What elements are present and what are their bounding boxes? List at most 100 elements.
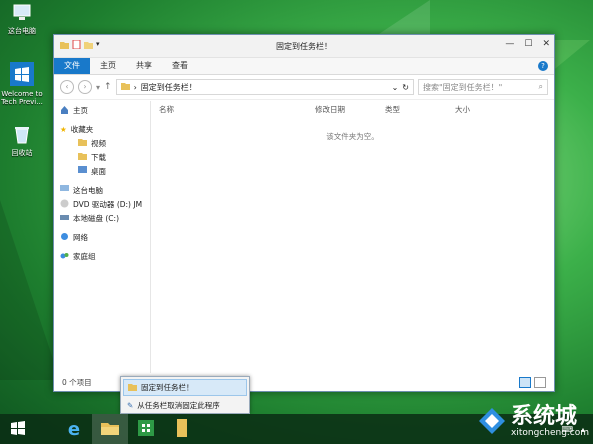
dvd-drive-icon	[60, 199, 69, 210]
file-list: 名称 修改日期 类型 大小 该文件夹为空。	[151, 101, 554, 373]
taskbar-jump-list: 固定到任务栏！ ✎ 从任务栏取消固定此程序	[120, 376, 250, 414]
taskbar-explorer[interactable]	[92, 414, 128, 444]
desktop-icon-label: Welcome to Tech Previ...	[1, 90, 43, 106]
nav-label: 网络	[73, 232, 88, 242]
column-headers: 名称 修改日期 类型 大小	[151, 101, 554, 117]
drive-icon	[60, 213, 69, 223]
unpin-icon: ✎	[127, 401, 134, 410]
nav-item-this-pc[interactable]: 这台电脑	[54, 183, 150, 197]
search-icon: ⌕	[538, 82, 543, 91]
nav-item-dvd[interactable]: DVD 驱动器 (D:) JM	[54, 197, 150, 211]
window-controls: — ☐ ✕	[505, 39, 550, 49]
nav-label: 下载	[91, 152, 106, 162]
start-button[interactable]	[0, 414, 36, 444]
nav-label: 桌面	[91, 166, 106, 176]
column-name[interactable]: 名称	[151, 104, 307, 115]
search-box[interactable]: 搜索"固定到任务栏！" ⌕	[418, 79, 548, 95]
desktop-icon-label: 这台电脑	[8, 27, 36, 35]
windows-logo-icon	[0, 62, 44, 88]
item-count: 0 个项目	[62, 377, 92, 387]
explorer-body: 主页 ★ 收藏夹 视频 下载 桌面 这台电脑 DVD 驱动器 (D:) JM 本…	[54, 101, 554, 373]
nav-label: 收藏夹	[70, 124, 94, 134]
details-view-button[interactable]	[519, 376, 531, 388]
tab-view[interactable]: 查看	[162, 58, 198, 74]
window-title: 固定到任务栏！	[276, 42, 332, 51]
taskbar-pinned-folder[interactable]	[164, 414, 200, 444]
column-type[interactable]: 类型	[377, 104, 447, 115]
windows-logo-icon	[11, 421, 25, 437]
address-path[interactable]: 固定到任务栏！	[141, 82, 388, 93]
watermark-cn: 系统城	[511, 404, 578, 429]
back-button[interactable]: ‹	[60, 80, 74, 94]
nav-label: 主页	[73, 105, 88, 115]
folder-icon	[120, 82, 130, 92]
jump-list-item-open[interactable]: 固定到任务栏！	[123, 379, 247, 396]
recycle-bin-icon	[0, 124, 44, 146]
nav-label: 这台电脑	[73, 185, 103, 195]
jump-list-item-unpin[interactable]: ✎ 从任务栏取消固定此程序	[121, 398, 249, 413]
view-buttons	[519, 376, 546, 388]
taskbar-store[interactable]	[128, 414, 164, 444]
address-separator: ›	[133, 82, 137, 92]
watermark-text: 系统城 xitongcheng.com	[511, 404, 589, 439]
refresh-icon[interactable]: ↻	[402, 83, 409, 92]
homegroup-icon	[60, 251, 69, 262]
nav-item-network[interactable]: 网络	[54, 230, 150, 244]
computer-icon	[0, 4, 44, 24]
column-date-modified[interactable]: 修改日期	[307, 104, 377, 115]
jump-list-label: 固定到任务栏！	[141, 383, 194, 392]
wallpaper-shard	[0, 200, 60, 380]
computer-icon	[60, 185, 69, 195]
nav-item-favorites[interactable]: ★ 收藏夹	[54, 122, 150, 136]
recent-locations-icon[interactable]: ▾	[96, 83, 100, 92]
desktop-folder-icon	[78, 166, 87, 176]
network-icon	[60, 232, 69, 243]
column-size[interactable]: 大小	[447, 104, 505, 115]
videos-folder-icon	[78, 138, 87, 148]
help-button[interactable]: ?	[538, 61, 548, 71]
desktop-icon-label: 回收站	[11, 149, 33, 157]
tab-home[interactable]: 主页	[90, 58, 126, 74]
nav-label: 视频	[91, 138, 106, 148]
ribbon-tabs: 文件 主页 共享 查看 ?	[54, 58, 554, 75]
nav-label: 家庭组	[73, 251, 96, 261]
jump-list-label: 从任务栏取消固定此程序	[137, 401, 220, 410]
downloads-folder-icon	[78, 152, 87, 162]
large-icons-view-button[interactable]	[534, 376, 546, 388]
search-input[interactable]: 搜索"固定到任务栏！"	[423, 82, 539, 93]
nav-item-videos[interactable]: 视频	[54, 136, 150, 150]
close-button[interactable]: ✕	[542, 39, 550, 49]
watermark-logo-icon	[477, 406, 507, 438]
address-row: ‹ › ▾ ↑ › 固定到任务栏！ ⌄ ↻ 搜索"固定到任务栏！" ⌕	[54, 75, 554, 100]
nav-item-desktop[interactable]: 桌面	[54, 164, 150, 178]
desktop-icon-recycle-bin[interactable]: 回收站	[0, 124, 44, 158]
forward-button[interactable]: ›	[78, 80, 92, 94]
minimize-button[interactable]: —	[505, 39, 514, 49]
tab-share[interactable]: 共享	[126, 58, 162, 74]
nav-item-local-disk[interactable]: 本地磁盘 (C:)	[54, 211, 150, 225]
nav-item-home[interactable]: 主页	[54, 103, 150, 117]
maximize-button[interactable]: ☐	[524, 39, 532, 49]
title-bar[interactable]: ▾ 固定到任务栏！ — ☐ ✕	[54, 35, 554, 58]
home-icon	[60, 105, 69, 116]
internet-explorer-icon: e	[67, 418, 81, 440]
up-button[interactable]: ↑	[104, 82, 112, 92]
taskbar-ie[interactable]: e	[56, 414, 92, 444]
nav-label: 本地磁盘 (C:)	[73, 213, 119, 223]
watermark-en: xitongcheng.com	[511, 428, 589, 438]
nav-label: DVD 驱动器 (D:) JM	[73, 199, 143, 209]
folder-icon	[176, 419, 188, 439]
desktop-icon-this-pc[interactable]: 这台电脑	[0, 4, 44, 36]
desktop-icon-welcome[interactable]: Welcome to Tech Previ...	[0, 62, 44, 106]
address-dropdown-icon[interactable]: ⌄	[392, 83, 399, 92]
explorer-window: ▾ 固定到任务栏！ — ☐ ✕ 文件 主页 共享 查看 ? ‹ › ▾ ↑ › …	[53, 34, 555, 392]
folder-icon	[128, 383, 137, 393]
store-icon	[138, 420, 154, 438]
star-icon: ★	[60, 124, 67, 134]
nav-item-homegroup[interactable]: 家庭组	[54, 249, 150, 263]
tab-file[interactable]: 文件	[54, 58, 90, 74]
address-bar[interactable]: › 固定到任务栏！ ⌄ ↻	[115, 79, 414, 95]
watermark: 系统城 xitongcheng.com	[477, 406, 589, 438]
navigation-pane: 主页 ★ 收藏夹 视频 下载 桌面 这台电脑 DVD 驱动器 (D:) JM 本…	[54, 101, 151, 373]
nav-item-downloads[interactable]: 下载	[54, 150, 150, 164]
